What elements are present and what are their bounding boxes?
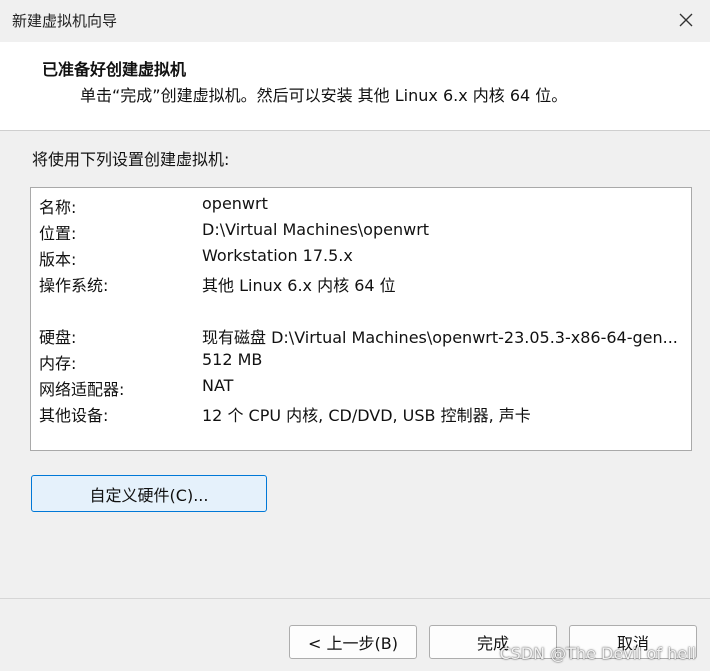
summary-row-memory: 内存: 512 MB (31, 347, 691, 373)
summary-value: 512 MB (202, 350, 263, 369)
summary-value: D:\Virtual Machines\openwrt (202, 220, 430, 239)
summary-row-name: 名称: openwrt (31, 191, 691, 217)
summary-key: 其他设备: (39, 406, 109, 425)
window-title: 新建虚拟机向导 (12, 12, 118, 30)
summary-value: 现有磁盘 D:\Virtual Machines\openwrt-23.05.3… (202, 328, 678, 347)
close-button[interactable] (662, 0, 710, 40)
summary-key: 位置: (39, 224, 77, 243)
summary-row-version: 版本: Workstation 17.5.x (31, 243, 691, 269)
wizard-header: 已准备好创建虚拟机 单击“完成”创建虚拟机。然后可以安装 其他 Linux 6.… (0, 42, 710, 131)
summary-row-network: 网络适配器: NAT (31, 373, 691, 399)
summary-row-os: 操作系统: 其他 Linux 6.x 内核 64 位 (31, 269, 691, 295)
intro-text: 将使用下列设置创建虚拟机: (32, 150, 230, 169)
summary-key: 网络适配器: (39, 380, 125, 399)
summary-row-disk: 硬盘: 现有磁盘 D:\Virtual Machines\openwrt-23.… (31, 321, 691, 347)
summary-key: 内存: (39, 354, 77, 373)
close-icon (679, 13, 693, 27)
customize-hardware-button[interactable]: 自定义硬件(C)... (31, 475, 267, 512)
summary-row-other-devices: 其他设备: 12 个 CPU 内核, CD/DVD, USB 控制器, 声卡 (31, 399, 691, 425)
summary-key: 硬盘: (39, 328, 77, 347)
summary-value: NAT (202, 376, 234, 395)
header-title: 已准备好创建虚拟机 (42, 60, 187, 79)
summary-row-location: 位置: D:\Virtual Machines\openwrt (31, 217, 691, 243)
summary-value: openwrt (202, 194, 268, 213)
settings-summary-box[interactable]: 名称: openwrt 位置: D:\Virtual Machines\open… (30, 187, 692, 451)
summary-key: 名称: (39, 198, 77, 217)
header-subtitle: 单击“完成”创建虚拟机。然后可以安装 其他 Linux 6.x 内核 64 位。 (80, 86, 568, 105)
footer-divider (0, 598, 710, 599)
title-bar: 新建虚拟机向导 (0, 0, 710, 42)
summary-value: 12 个 CPU 内核, CD/DVD, USB 控制器, 声卡 (202, 406, 531, 425)
new-vm-wizard-window: 新建虚拟机向导 已准备好创建虚拟机 单击“完成”创建虚拟机。然后可以安装 其他 … (0, 0, 710, 671)
summary-value: Workstation 17.5.x (202, 246, 353, 265)
summary-key: 版本: (39, 250, 77, 269)
back-button[interactable]: < 上一步(B) (289, 625, 417, 659)
summary-key: 操作系统: (39, 276, 109, 295)
watermark: CSDN @The Devil of hell (499, 644, 696, 663)
summary-value: 其他 Linux 6.x 内核 64 位 (202, 276, 396, 295)
